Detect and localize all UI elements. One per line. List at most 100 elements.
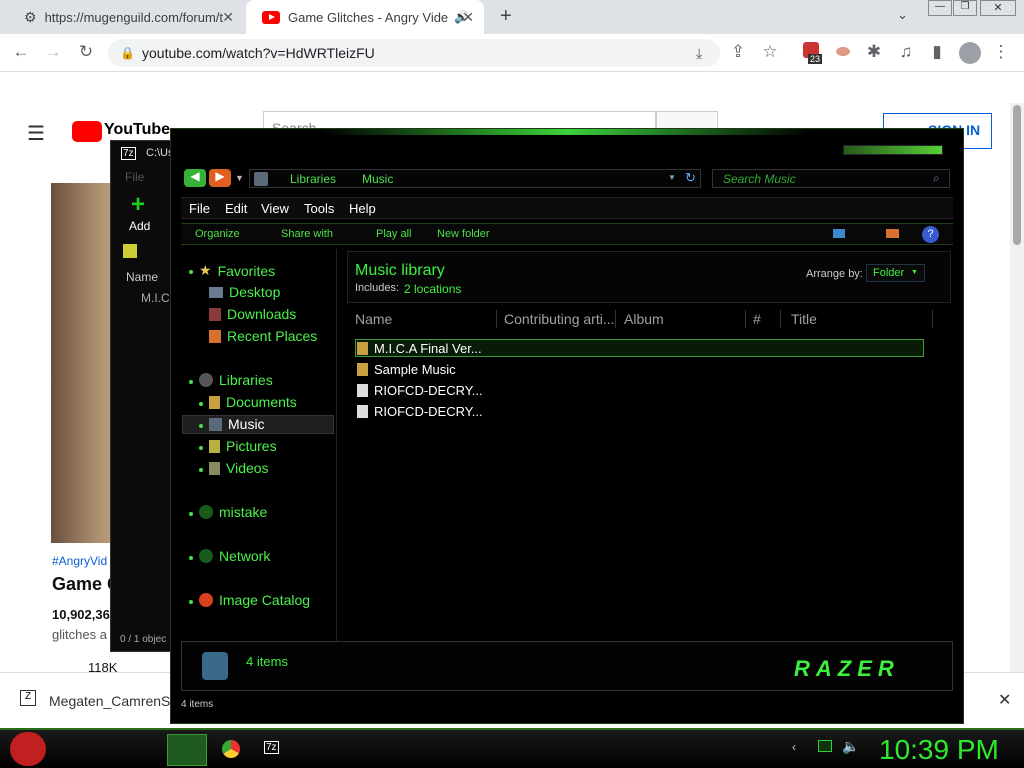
back-button-icon[interactable]: ◀	[184, 169, 206, 187]
nav-videos[interactable]: Videos	[209, 460, 269, 476]
bookmark-star-icon[interactable]: ☆	[759, 42, 781, 62]
nav-videos-label: Videos	[226, 460, 269, 476]
nav-recent-places[interactable]: Recent Places	[209, 328, 317, 344]
address-dropdown-icon[interactable]: ▼	[668, 173, 676, 182]
search-icon[interactable]: ⌕	[933, 171, 940, 186]
7zip-item[interactable]: M.I.C	[141, 291, 170, 305]
close-window-button[interactable]: ✕	[980, 0, 1016, 16]
download-filename[interactable]: Megaten_CamrenSp...	[49, 693, 190, 709]
youtube-logo-icon[interactable]	[72, 121, 102, 142]
window-controls[interactable]	[843, 145, 943, 155]
column-track[interactable]: #	[749, 310, 781, 328]
preview-pane-icon[interactable]	[886, 229, 899, 238]
7zip-column-name[interactable]: Name	[126, 270, 158, 284]
expand-network-icon[interactable]	[189, 556, 193, 560]
file-row[interactable]: RIOFCD-DECRY...	[357, 381, 483, 400]
search-music-input[interactable]: Search Music ⌕	[712, 169, 950, 188]
restore-button[interactable]: ❐	[953, 0, 977, 16]
file-row[interactable]: RIOFCD-DECRY...	[357, 402, 483, 421]
nav-pictures[interactable]: Pictures	[209, 438, 277, 454]
tab-search-icon[interactable]: ⌄	[897, 7, 908, 23]
close-download-shelf-icon[interactable]: ✕	[998, 690, 1011, 710]
close-tab-icon[interactable]: ✕	[222, 9, 234, 26]
file-row[interactable]: M.I.C.A Final Ver...	[357, 339, 482, 358]
expand-libraries-icon[interactable]	[189, 380, 193, 384]
install-icon[interactable]: ⤓	[696, 39, 702, 67]
column-name[interactable]: Name	[351, 310, 497, 328]
expand-mistake-icon[interactable]	[189, 512, 193, 516]
flag-extension-icon[interactable]: ⬬	[832, 42, 854, 62]
expand-documents-icon[interactable]	[199, 402, 203, 406]
tab-mugenguild[interactable]: ⚙ https://mugenguild.com/forum/t ✕	[8, 0, 244, 34]
tab-youtube[interactable]: Game Glitches - Angry Video 🔊 ✕	[246, 0, 484, 34]
new-tab-button[interactable]: +	[500, 5, 512, 28]
hamburger-menu-icon[interactable]: ☰	[27, 121, 45, 146]
file-row[interactable]: Sample Music	[357, 360, 456, 379]
taskbar-explorer-icon[interactable]	[167, 734, 207, 766]
address-bar[interactable]: 🔒 youtube.com/watch?v=HdWRTleizFU ⤓	[108, 39, 720, 67]
taskbar-7zip-icon[interactable]: 7z	[264, 741, 279, 754]
chrome-menu-icon[interactable]: ⋮	[990, 42, 1012, 62]
taskbar-chrome-icon[interactable]	[222, 740, 240, 758]
video-hashtag[interactable]: #AngryVid	[52, 554, 107, 568]
7zip-window[interactable]: 7z C:\Us File + Add Name M.I.C 0 / 1 obj…	[110, 140, 175, 652]
side-panel-icon[interactable]: ▮	[926, 42, 948, 62]
menu-tools[interactable]: Tools	[304, 201, 334, 216]
column-title[interactable]: Title	[787, 310, 933, 328]
nav-network[interactable]: Network	[199, 548, 270, 564]
expand-videos-icon[interactable]	[199, 468, 203, 472]
nav-image-catalog[interactable]: Image Catalog	[199, 592, 310, 608]
nav-recent-label: Recent Places	[227, 328, 318, 344]
refresh-icon[interactable]: ↻	[685, 170, 696, 186]
profile-avatar[interactable]	[959, 42, 981, 64]
view-options-icon[interactable]	[833, 229, 845, 238]
new-folder-button[interactable]: New folder	[437, 228, 490, 240]
volume-tray-icon[interactable]: 🔈	[842, 738, 859, 755]
back-arrow-icon[interactable]: ←	[10, 42, 32, 62]
address-breadcrumb[interactable]: Libraries Music ▼ ↻	[249, 169, 701, 188]
close-tab-icon[interactable]: ✕	[462, 9, 474, 26]
taskbar-clock[interactable]: 10:39 PM	[879, 734, 999, 766]
nav-desktop[interactable]: Desktop	[209, 284, 280, 300]
7zip-menu-file[interactable]: File	[125, 170, 144, 184]
nav-favorites[interactable]: ★ Favorites	[199, 262, 275, 279]
arrange-by-dropdown[interactable]: Folder ▼	[866, 264, 925, 282]
breadcrumb-music[interactable]: Music	[362, 172, 393, 186]
share-icon[interactable]: ⇪	[727, 42, 749, 62]
7zip-add-label[interactable]: Add	[129, 219, 150, 233]
column-artist[interactable]: Contributing arti...	[500, 310, 616, 328]
menu-file[interactable]: File	[189, 201, 210, 216]
expand-music-icon[interactable]	[199, 424, 203, 428]
start-button-icon[interactable]	[10, 732, 46, 766]
nav-music[interactable]: Music	[209, 416, 265, 432]
7zip-add-icon[interactable]: +	[131, 191, 145, 219]
recent-pages-icon[interactable]: ▼	[235, 173, 244, 183]
minimize-button[interactable]: —	[928, 0, 952, 16]
nav-documents[interactable]: Documents	[209, 394, 297, 410]
share-with-button[interactable]: Share with	[281, 228, 333, 240]
breadcrumb-libraries[interactable]: Libraries	[290, 172, 336, 186]
help-icon[interactable]: ?	[922, 226, 939, 243]
expand-favorites-icon[interactable]	[189, 270, 193, 274]
column-album[interactable]: Album	[620, 310, 746, 328]
reload-icon[interactable]: ↻	[75, 42, 97, 62]
expand-catalog-icon[interactable]	[189, 600, 193, 604]
menu-help[interactable]: Help	[349, 201, 376, 216]
tray-arrow-icon[interactable]: ‹	[792, 740, 796, 754]
nav-mistake[interactable]: mistake	[199, 504, 267, 520]
play-all-button[interactable]: Play all	[376, 228, 411, 240]
forward-arrow-icon[interactable]: →	[42, 42, 64, 62]
menu-edit[interactable]: Edit	[225, 201, 247, 216]
network-tray-icon[interactable]	[818, 740, 832, 752]
expand-pictures-icon[interactable]	[199, 446, 203, 450]
7zip-folder-up-icon[interactable]	[123, 244, 137, 258]
page-scrollbar[interactable]	[1010, 103, 1024, 728]
media-control-icon[interactable]: ♫	[895, 42, 917, 62]
extensions-puzzle-icon[interactable]: ✱	[863, 42, 885, 62]
nav-downloads[interactable]: Downloads	[209, 306, 296, 322]
includes-locations-link[interactable]: 2 locations	[404, 282, 461, 296]
menu-view[interactable]: View	[261, 201, 289, 216]
forward-button-icon[interactable]: ▶	[209, 169, 231, 187]
organize-button[interactable]: Organize	[195, 228, 240, 240]
nav-libraries[interactable]: Libraries	[199, 372, 273, 388]
